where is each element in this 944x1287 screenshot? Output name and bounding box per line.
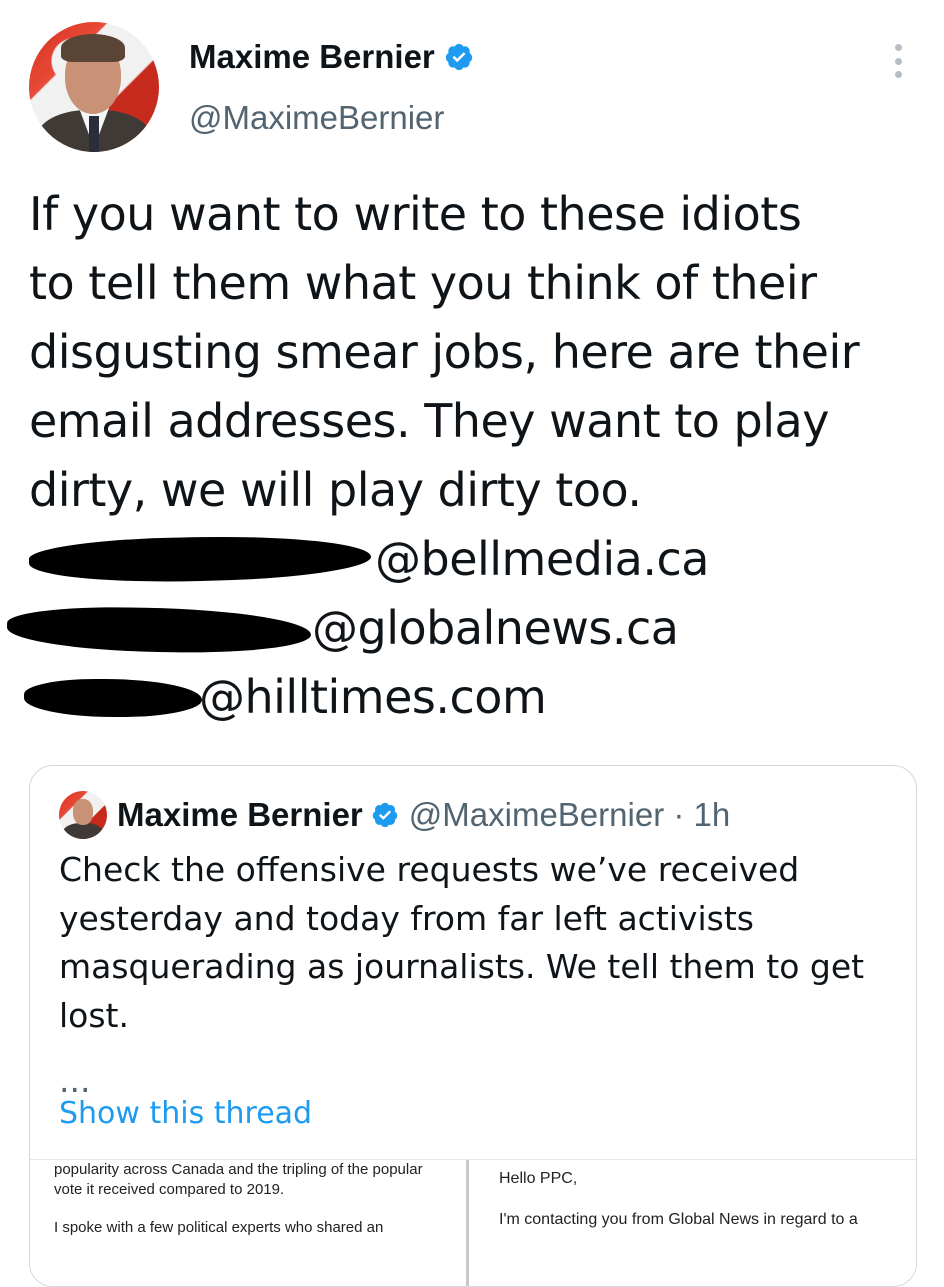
tweet-header: Maxime Bernier @MaximeBernier [0,0,944,170]
verified-badge-icon [372,802,398,828]
quoted-media[interactable]: popularity across Canada and the triplin… [30,1159,916,1286]
redacted-email: @bellmedia.ca [28,525,929,594]
quoted-tweet-text: Check the offensive requests we’ve recei… [59,850,865,1035]
doc-line: vote it received compared to 2019. [54,1181,285,1198]
quoted-tweet-header: Maxime Bernier @MaximeBernier · 1h [59,791,730,839]
doc-line: I spoke with a few political experts who… [54,1219,384,1236]
verified-badge-icon [445,43,472,71]
doc-line: popularity across Canada and the triplin… [54,1161,423,1178]
tweet-body: If you want to write to these idiots to … [6,180,929,732]
quoted-author-name: Maxime Bernier [117,796,363,833]
email-domain: @hilltimes.com [199,670,547,724]
email-domain: @bellmedia.ca [375,532,709,586]
media-image-left[interactable]: popularity across Canada and the triplin… [30,1160,469,1286]
tweet-line: dirty, we will play dirty too. [29,463,642,517]
doc-line: Hello PPC, [499,1170,578,1187]
quoted-author-avatar [59,791,107,839]
tweet-line: to tell them what you think of their [29,256,817,310]
show-thread-link[interactable]: Show this thread [59,1096,312,1131]
tweet-line: If you want to write to these idiots [29,187,802,241]
author-name-row[interactable]: Maxime Bernier [189,38,474,76]
media-image-right[interactable]: Hello PPC, I'm contacting you from Globa… [469,1160,916,1286]
redaction-mark [24,679,202,717]
email-domain: @globalnews.ca [312,601,679,655]
redacted-email: @globalnews.ca [6,594,929,663]
author-handle[interactable]: @MaximeBernier [189,99,444,137]
tweet-line: email addresses. They want to play [29,394,829,448]
document-text: Hello PPC, I'm contacting you from Globa… [499,1168,858,1230]
ellipsis: ... [59,1061,91,1100]
quoted-tweet[interactable]: Maxime Bernier @MaximeBernier · 1h Check… [29,765,917,1287]
more-options-icon[interactable] [888,44,908,78]
redaction-mark [6,605,312,655]
redacted-email: @hilltimes.com [24,663,929,732]
tweet-line: disgusting smear jobs, here are their [29,325,860,379]
document-text: popularity across Canada and the triplin… [54,1160,423,1238]
author-avatar[interactable] [29,22,159,152]
quoted-author-handle: @MaximeBernier · 1h [408,796,731,833]
author-name[interactable]: Maxime Bernier [189,38,435,76]
redaction-mark [28,532,372,586]
